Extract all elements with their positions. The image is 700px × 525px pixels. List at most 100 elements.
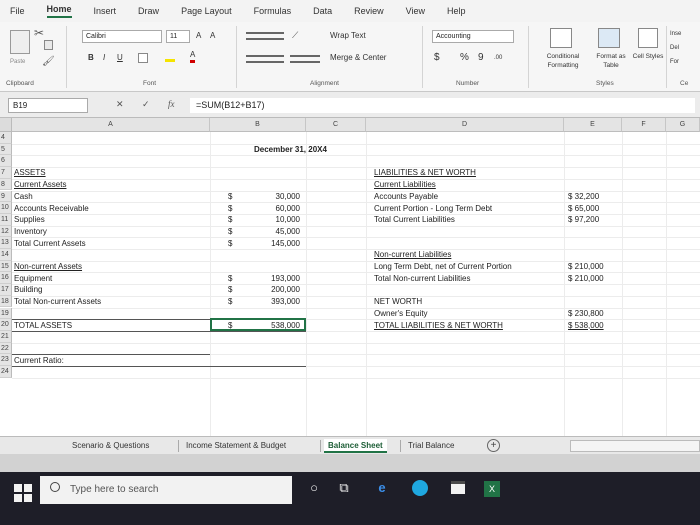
format-cells-button[interactable]: For — [670, 56, 679, 68]
copy-icon[interactable] — [44, 40, 53, 50]
tab-review[interactable]: Review — [354, 6, 384, 16]
cut-icon[interactable]: ✂ — [34, 26, 44, 40]
format-painter-icon[interactable]: 🖌 — [42, 56, 55, 67]
tab-home[interactable]: Home — [46, 4, 72, 18]
equipment-value[interactable]: 193,000 — [250, 273, 300, 284]
borders-icon[interactable] — [138, 53, 148, 63]
tab-data[interactable]: Data — [313, 6, 332, 16]
row-header[interactable]: 24 — [0, 366, 12, 378]
row-header[interactable]: 21 — [0, 330, 12, 343]
italic-button[interactable]: I — [103, 52, 105, 64]
number-format-select[interactable]: Accounting — [432, 30, 514, 43]
row-header[interactable]: 7 — [0, 167, 12, 179]
cell-styles-icon[interactable] — [638, 28, 658, 48]
inventory-value[interactable]: 45,000 — [250, 226, 300, 237]
row-header[interactable]: 6 — [0, 155, 12, 168]
edge-icon[interactable] — [410, 478, 430, 498]
row-header[interactable]: 22 — [0, 342, 12, 355]
total-current-assets-value[interactable]: 145,000 — [250, 238, 300, 249]
insert-cells-button[interactable]: Inse — [670, 28, 681, 40]
delete-cells-button[interactable]: Del — [670, 42, 679, 54]
conditional-formatting-button[interactable]: Conditional Formatting — [536, 52, 590, 70]
indent-icon[interactable] — [290, 55, 320, 63]
total-liabilities-net-worth-value[interactable]: $ 538,000 — [568, 320, 604, 331]
align-left-icon[interactable] — [246, 55, 284, 63]
owners-equity-value[interactable]: $ 230,800 — [568, 308, 604, 319]
enter-icon[interactable]: ✓ — [142, 99, 150, 110]
excel-icon[interactable]: X — [482, 478, 502, 498]
fill-color-icon[interactable] — [165, 52, 175, 62]
column-header-d[interactable]: D — [366, 118, 564, 132]
font-color-icon[interactable]: A — [190, 50, 196, 63]
row-header[interactable]: 19 — [0, 307, 12, 320]
task-view-icon[interactable]: ⧉ — [334, 478, 354, 498]
conditional-formatting-icon[interactable] — [550, 28, 572, 48]
accounts-payable-value[interactable]: $ 32,200 — [568, 191, 599, 202]
total-noncurrent-assets-value[interactable]: 393,000 — [250, 296, 300, 307]
cortana-icon[interactable]: ○ — [304, 478, 324, 498]
formula-input[interactable]: =SUM(B12+B17) — [190, 98, 695, 113]
cancel-icon[interactable]: ✕ — [116, 99, 124, 110]
column-header-b[interactable]: B — [210, 118, 306, 132]
row-header[interactable]: 8 — [0, 178, 12, 191]
cash-value[interactable]: 30,000 — [250, 191, 300, 202]
underline-button[interactable]: U — [117, 52, 123, 64]
comma-button[interactable]: 9 — [478, 52, 484, 64]
row-header[interactable]: 18 — [0, 295, 12, 308]
name-box[interactable]: B19 — [8, 98, 88, 113]
row-header[interactable]: 15 — [0, 260, 12, 273]
cell-styles-button[interactable]: Cell Styles — [632, 52, 664, 61]
supplies-value[interactable]: 10,000 — [250, 214, 300, 225]
font-name-select[interactable]: Calibri — [82, 30, 162, 43]
decrease-font-icon[interactable]: A — [210, 30, 215, 42]
horizontal-scrollbar[interactable] — [570, 440, 700, 452]
row-header[interactable]: 10 — [0, 202, 12, 214]
align-top-icon[interactable] — [246, 32, 284, 40]
building-value[interactable]: 200,000 — [250, 284, 300, 295]
format-as-table-icon[interactable] — [598, 28, 620, 48]
increase-font-icon[interactable]: A — [196, 30, 201, 42]
percent-button[interactable]: % — [460, 52, 469, 64]
total-noncurrent-liabilities-value[interactable]: $ 210,000 — [568, 273, 604, 284]
row-header[interactable]: 16 — [0, 272, 12, 285]
currency-button[interactable]: $ — [434, 52, 440, 64]
windows-start-icon[interactable] — [14, 484, 32, 502]
tab-insert[interactable]: Insert — [94, 6, 117, 16]
total-current-liabilities-value[interactable]: $ 97,200 — [568, 214, 599, 225]
bold-button[interactable]: B — [88, 52, 94, 64]
store-icon[interactable] — [448, 478, 468, 498]
column-header-a[interactable]: A — [12, 118, 210, 132]
sheet-tab-scenario-questions[interactable]: Scenario & Questions — [68, 439, 153, 453]
row-header[interactable]: 13 — [0, 237, 12, 249]
total-assets-value[interactable]: 538,000 — [250, 320, 300, 331]
tab-draw[interactable]: Draw — [138, 6, 159, 16]
row-header[interactable]: 14 — [0, 249, 12, 261]
orientation-icon[interactable]: ⟋ — [292, 30, 298, 41]
row-header[interactable]: 9 — [0, 190, 12, 203]
paste-button[interactable]: Paste — [10, 56, 25, 68]
row-header[interactable]: 5 — [0, 143, 12, 156]
row-header[interactable]: 17 — [0, 284, 12, 296]
column-header-e[interactable]: E — [564, 118, 622, 132]
select-all-corner[interactable] — [0, 118, 12, 132]
format-as-table-button[interactable]: Format as Table — [592, 52, 630, 70]
ltd-net-value[interactable]: $ 210,000 — [568, 261, 604, 272]
tab-formulas[interactable]: Formulas — [254, 6, 292, 16]
tab-page-layout[interactable]: Page Layout — [181, 6, 232, 16]
add-sheet-icon[interactable]: + — [487, 439, 500, 452]
column-header-f[interactable]: F — [622, 118, 666, 132]
font-size-select[interactable]: 11 — [166, 30, 190, 43]
current-portion-ltd-value[interactable]: $ 65,000 — [568, 203, 599, 214]
row-header[interactable]: 11 — [0, 213, 12, 226]
sheet-tab-income-statement-budget[interactable]: Income Statement & Budget — [182, 439, 290, 453]
tab-file[interactable]: File — [10, 6, 25, 16]
clipboard-icon[interactable] — [10, 30, 30, 54]
row-header[interactable]: 23 — [0, 354, 12, 366]
column-header-c[interactable]: C — [306, 118, 366, 132]
merge-center-button[interactable]: Merge & Center — [330, 52, 386, 64]
row-header[interactable]: 12 — [0, 225, 12, 238]
edge-legacy-icon[interactable]: e — [372, 478, 392, 498]
wrap-text-button[interactable]: Wrap Text — [330, 30, 366, 42]
column-header-g[interactable]: G — [666, 118, 700, 132]
row-header[interactable]: 20 — [0, 319, 12, 331]
